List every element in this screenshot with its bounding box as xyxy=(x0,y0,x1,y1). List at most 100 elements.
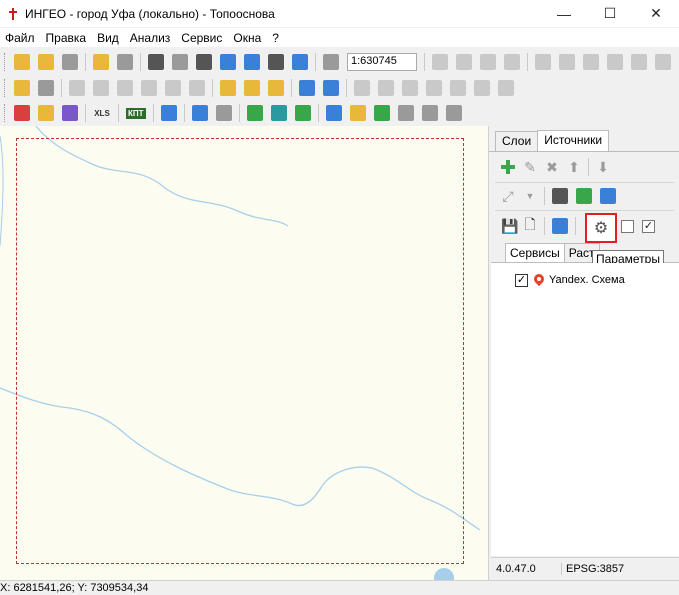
parameters-button[interactable]: ⚙ xyxy=(585,213,617,243)
xls-export-icon[interactable]: XLS xyxy=(92,109,112,118)
select-search-icon[interactable] xyxy=(631,54,647,70)
toolbar-grip[interactable] xyxy=(4,53,7,71)
select-area-icon[interactable] xyxy=(148,54,164,70)
map-canvas[interactable] xyxy=(0,126,488,580)
home-icon[interactable] xyxy=(349,105,366,121)
grid-icon[interactable] xyxy=(432,54,448,70)
undo-icon[interactable] xyxy=(299,80,315,96)
info-icon[interactable] xyxy=(445,105,462,121)
dropdown-arrow-icon[interactable]: ▼ xyxy=(523,191,537,201)
ruler-icon[interactable] xyxy=(38,105,54,121)
maximize-button[interactable]: ☐ xyxy=(587,0,633,27)
snap-vertex-icon[interactable] xyxy=(378,80,394,96)
menu-view[interactable]: Вид xyxy=(92,31,125,45)
forbidden-icon[interactable] xyxy=(14,105,30,121)
help-pointer-icon[interactable] xyxy=(323,80,339,96)
edit-icon[interactable]: ✎ xyxy=(523,159,537,176)
scale-input[interactable]: 1:630745 xyxy=(347,53,417,71)
zoom-area-icon[interactable] xyxy=(196,54,212,70)
snap-edge-icon[interactable] xyxy=(402,80,418,96)
menu-file[interactable]: Файл xyxy=(0,31,41,45)
service-checkbox[interactable]: ✓ xyxy=(515,273,528,287)
pan-hand-icon[interactable] xyxy=(172,54,188,70)
select-rect-icon[interactable] xyxy=(583,54,599,70)
map-view[interactable] xyxy=(0,126,488,580)
menu-help[interactable]: ? xyxy=(267,31,285,45)
new-object-icon[interactable] xyxy=(14,80,30,96)
add-point-icon[interactable] xyxy=(220,80,236,96)
legend-icon[interactable] xyxy=(504,54,520,70)
menu-analysis[interactable]: Анализ xyxy=(125,31,177,45)
select-arrow-icon[interactable] xyxy=(535,54,551,70)
snap-grid-icon[interactable] xyxy=(498,80,514,96)
properties-icon[interactable] xyxy=(268,80,284,96)
snap-center-icon[interactable] xyxy=(426,80,442,96)
select-lasso-icon[interactable] xyxy=(607,54,623,70)
move-object-icon[interactable] xyxy=(93,80,109,96)
scale-icon[interactable] xyxy=(323,54,339,70)
copy-object-icon[interactable] xyxy=(69,80,85,96)
delete-icon[interactable]: ✖ xyxy=(545,159,559,176)
zoom-extent-icon[interactable] xyxy=(268,54,284,70)
delete-object-icon[interactable] xyxy=(117,80,133,96)
zoom-previous-icon[interactable] xyxy=(292,54,308,70)
add-icon[interactable] xyxy=(501,160,515,174)
object-icon[interactable] xyxy=(456,54,472,70)
layers-chart-icon[interactable] xyxy=(373,105,390,121)
kpt-icon[interactable]: КПТ xyxy=(126,107,146,119)
toolbar-grip[interactable] xyxy=(4,104,7,122)
zoom-in-icon[interactable] xyxy=(220,54,236,70)
table-icon[interactable] xyxy=(480,54,496,70)
list-item[interactable]: ✓ Yandex. Схема xyxy=(515,272,625,288)
tab-layers[interactable]: Слои xyxy=(495,131,539,151)
minimize-button[interactable]: — xyxy=(541,0,587,27)
menu-windows[interactable]: Окна xyxy=(228,31,267,45)
toolbar-separator xyxy=(238,104,240,122)
merge-object-icon[interactable] xyxy=(189,80,205,96)
list-icon[interactable] xyxy=(552,188,568,204)
flag-icon[interactable] xyxy=(246,105,263,121)
snap-icon[interactable] xyxy=(354,80,370,96)
tab-sources[interactable]: Источники xyxy=(537,130,610,151)
menu-edit[interactable]: Правка xyxy=(41,31,93,45)
select-polygon-icon[interactable] xyxy=(655,54,671,70)
open-project-icon[interactable] xyxy=(38,54,54,70)
menu-service[interactable]: Сервис xyxy=(176,31,228,45)
signal-icon[interactable] xyxy=(552,218,568,234)
zoom-out-icon[interactable] xyxy=(244,54,260,70)
rotate-object-icon[interactable] xyxy=(141,80,157,96)
move-up-icon[interactable]: ⬆ xyxy=(567,159,581,176)
measure-icon[interactable] xyxy=(62,105,78,121)
check-all-box[interactable]: ✓ xyxy=(642,219,655,233)
map-export-icon[interactable] xyxy=(600,188,616,204)
globe-icon[interactable] xyxy=(325,105,342,121)
move-down-icon[interactable]: ⬇ xyxy=(596,159,610,176)
sources-toolbar-1: ✎ ✖ ⬆ ⬇ xyxy=(497,156,614,178)
flag-route-icon[interactable] xyxy=(270,105,287,121)
tab-services[interactable]: Сервисы xyxy=(505,243,565,262)
toolbar-separator xyxy=(118,104,119,122)
layers-icon[interactable] xyxy=(62,54,78,70)
new-document-icon[interactable]: 🗋 xyxy=(523,214,537,238)
attributes-table-icon[interactable] xyxy=(244,80,260,96)
expand-icon[interactable]: ⤢ xyxy=(501,188,515,205)
print-icon[interactable] xyxy=(117,54,133,70)
query-icon[interactable] xyxy=(191,105,208,121)
split-object-icon[interactable] xyxy=(165,80,181,96)
layer-edit-icon[interactable] xyxy=(38,80,54,96)
snap-middle-icon[interactable] xyxy=(474,80,490,96)
select-point-icon[interactable] xyxy=(559,54,575,70)
snap-end-icon[interactable] xyxy=(450,80,466,96)
open-icon[interactable] xyxy=(14,54,30,70)
toolbar-grip[interactable] xyxy=(4,79,7,97)
uncheck-all-box[interactable] xyxy=(621,219,634,233)
height-icon[interactable] xyxy=(421,105,438,121)
find-icon[interactable] xyxy=(93,54,109,70)
search-icon[interactable] xyxy=(160,105,177,121)
flag-point-icon[interactable] xyxy=(294,105,311,121)
report-icon[interactable] xyxy=(215,105,232,121)
navigate-icon[interactable] xyxy=(397,105,414,121)
map-raster-icon[interactable] xyxy=(576,188,592,204)
save-icon[interactable]: 💾 xyxy=(501,218,518,235)
close-button[interactable]: ✕ xyxy=(633,0,679,27)
